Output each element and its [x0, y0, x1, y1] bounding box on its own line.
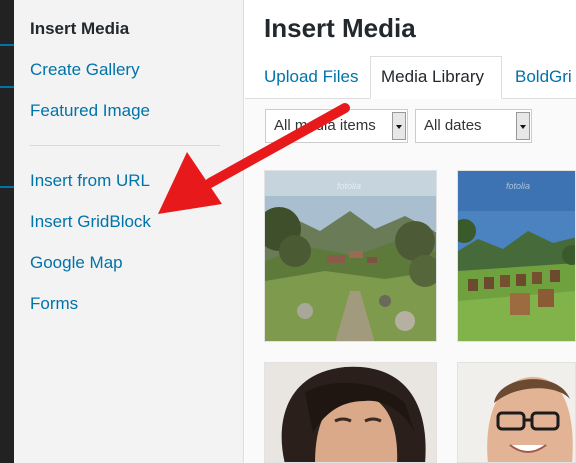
admin-edge-strip [0, 0, 14, 463]
media-thumbnail-meadow[interactable]: fotolia [457, 170, 576, 342]
chevron-down-icon[interactable] [516, 112, 530, 140]
media-thumbnail-village[interactable]: fotolia [264, 170, 437, 342]
media-modal-main: Insert Media Upload Files Media Library … [245, 0, 576, 463]
watermark-text: fotolia [506, 181, 531, 191]
media-library-content: All media items All dates fotolia fotoli… [245, 99, 576, 463]
sidebar-item-google-map[interactable]: Google Map [30, 253, 123, 273]
edge-highlight [0, 86, 14, 88]
chevron-down-icon[interactable] [392, 112, 406, 140]
sidebar-item-create-gallery[interactable]: Create Gallery [30, 60, 140, 80]
page-title: Insert Media [264, 13, 416, 43]
edge-highlight [0, 44, 14, 46]
media-type-filter-value: All media items [274, 117, 376, 134]
sidebar-item-featured-image[interactable]: Featured Image [30, 101, 150, 121]
media-type-filter[interactable]: All media items [265, 109, 408, 143]
woman-portrait-image [265, 363, 436, 462]
date-filter-value: All dates [424, 117, 482, 134]
sidebar-item-forms[interactable]: Forms [30, 294, 78, 314]
edge-highlight [0, 186, 14, 188]
date-filter[interactable]: All dates [415, 109, 532, 143]
sidebar-item-insert-gridblock[interactable]: Insert GridBlock [30, 212, 151, 232]
tab-upload-files[interactable]: Upload Files [254, 56, 369, 98]
sidebar-separator [30, 145, 220, 146]
sidebar-item-insert-media[interactable]: Insert Media [30, 19, 129, 39]
media-thumbnail-man[interactable] [457, 362, 576, 463]
tab-media-library[interactable]: Media Library [370, 56, 502, 99]
man-portrait-image [458, 363, 575, 462]
meadow-beehives-image [458, 171, 575, 341]
media-thumbnail-woman[interactable] [264, 362, 437, 463]
media-modal-sidebar: Insert Media Create Gallery Featured Ima… [14, 0, 244, 463]
village-landscape-image [265, 171, 436, 341]
sidebar-item-insert-from-url[interactable]: Insert from URL [30, 171, 150, 191]
watermark-text: fotolia [337, 181, 362, 191]
tab-boldgrid[interactable]: BoldGri [505, 56, 576, 98]
